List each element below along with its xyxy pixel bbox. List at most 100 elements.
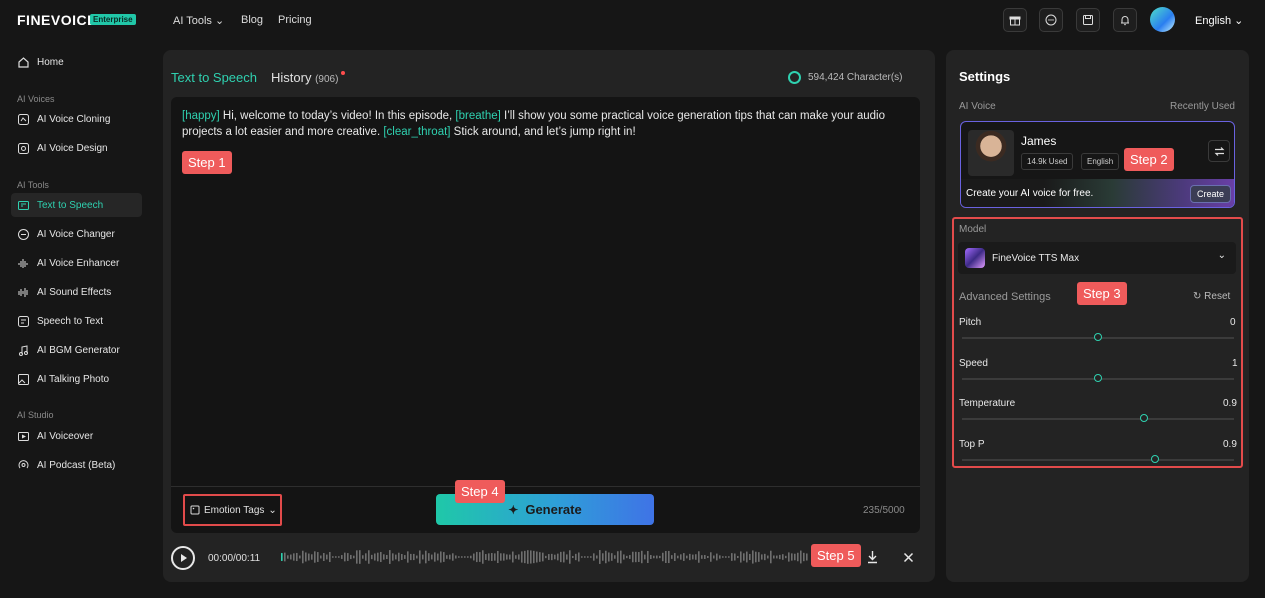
temperature-slider[interactable] xyxy=(962,418,1234,420)
waveform-bar xyxy=(407,551,409,563)
recently-used-link[interactable]: Recently Used xyxy=(1170,101,1235,112)
swap-icon[interactable] xyxy=(1208,140,1230,162)
waveform-bar xyxy=(743,553,745,561)
sidebar-item-text-to-speech[interactable]: Text to Speech xyxy=(11,193,142,217)
waveform-bar xyxy=(377,552,379,562)
waveform-bar xyxy=(281,553,283,561)
chat-icon[interactable] xyxy=(1039,8,1063,32)
voiceover-icon xyxy=(18,431,29,441)
waveform-bar xyxy=(482,550,484,564)
waveform-bar xyxy=(617,551,619,563)
voice-card[interactable]: James 14.9k Used English Create your AI … xyxy=(960,121,1235,208)
waveform-bar xyxy=(374,553,376,561)
sidebar-item-voice-changer[interactable]: AI Voice Changer xyxy=(11,222,142,246)
waveform-bar xyxy=(635,551,637,563)
voice-avatar xyxy=(968,130,1014,176)
sidebar-item-podcast[interactable]: AI Podcast (Beta) xyxy=(11,453,142,477)
top-bar: FINEVOICE Enterprise AI Tools ⌄ Blog Pri… xyxy=(0,0,1265,40)
sidebar-item-speech-to-text[interactable]: Speech to Text xyxy=(11,309,142,333)
speed-value: 1 xyxy=(1232,358,1238,369)
emotion-tag[interactable]: [breathe] xyxy=(455,110,500,122)
sidebar-item-bgm-generator[interactable]: AI BGM Generator xyxy=(11,338,142,362)
waveform-bar xyxy=(491,553,493,561)
waveform-bar xyxy=(539,552,541,562)
waveform-bar xyxy=(434,552,436,562)
waveform-bar xyxy=(350,554,352,560)
settings-title: Settings xyxy=(959,69,1011,84)
used-badge: 14.9k Used xyxy=(1021,153,1074,170)
logo[interactable]: FINEVOICE xyxy=(17,12,97,28)
waveform-bar xyxy=(401,554,403,560)
waveform-bar xyxy=(758,552,760,562)
waveform-bar xyxy=(389,550,391,564)
waveform-bar xyxy=(467,556,469,558)
emotion-tag[interactable]: [happy] xyxy=(182,110,220,122)
waveform-bar xyxy=(701,555,703,559)
waveform-bar xyxy=(404,555,406,559)
tag-icon xyxy=(190,505,200,515)
waveform-bar xyxy=(320,555,322,559)
audio-waveform[interactable] xyxy=(279,546,812,568)
sidebar-item-voice-cloning[interactable]: AI Voice Cloning xyxy=(11,107,142,131)
waveform-bar xyxy=(692,554,694,560)
waveform-bar xyxy=(548,554,550,560)
bell-icon[interactable] xyxy=(1113,8,1137,32)
waveform-bar xyxy=(545,555,547,559)
sidebar-item-sound-effects[interactable]: AI Sound Effects xyxy=(11,280,142,304)
section-ai-voices: AI Voices xyxy=(17,94,55,104)
waveform-bar xyxy=(509,554,511,560)
sidebar-item-talking-photo[interactable]: AI Talking Photo xyxy=(11,367,142,391)
nav-blog[interactable]: Blog xyxy=(241,14,263,26)
emotion-tags-button[interactable]: Emotion Tags ⌄ xyxy=(183,494,282,526)
top-p-slider[interactable] xyxy=(962,459,1234,461)
play-button[interactable] xyxy=(171,546,195,570)
advanced-settings-label: Advanced Settings xyxy=(959,291,1051,303)
tab-text-to-speech[interactable]: Text to Speech xyxy=(171,70,257,85)
reset-button[interactable]: ↻ Reset xyxy=(1193,291,1230,302)
waveform-bar xyxy=(644,554,646,560)
user-avatar[interactable] xyxy=(1150,7,1175,32)
text-editor[interactable]: [happy] Hi, welcome to today’s video! In… xyxy=(171,97,920,533)
waveform-bar xyxy=(473,553,475,561)
section-ai-tools: AI Tools xyxy=(17,180,49,190)
waveform-bar xyxy=(455,555,457,559)
waveform-bar xyxy=(353,555,355,559)
emotion-tag[interactable]: [clear_throat] xyxy=(383,126,450,138)
waveform-bar xyxy=(566,554,568,560)
editor-text[interactable]: [happy] Hi, welcome to today’s video! In… xyxy=(182,108,907,140)
waveform-bar xyxy=(515,555,517,559)
sidebar-item-voice-design[interactable]: AI Voice Design xyxy=(11,136,142,160)
waveform-bar xyxy=(713,555,715,559)
sidebar-item-home[interactable]: Home xyxy=(11,50,142,74)
nav-pricing[interactable]: Pricing xyxy=(278,14,312,26)
temperature-value: 0.9 xyxy=(1223,398,1237,409)
language-selector[interactable]: English ⌄ xyxy=(1195,14,1243,27)
waveform-bar xyxy=(296,552,298,562)
waveform-bar xyxy=(422,554,424,560)
sidebar-item-voice-enhancer[interactable]: AI Voice Enhancer xyxy=(11,251,142,275)
waveform-bar xyxy=(287,555,289,559)
tab-history[interactable]: History (906) xyxy=(271,70,338,85)
speed-slider-knob[interactable] xyxy=(1094,374,1102,382)
waveform-bar xyxy=(686,555,688,559)
close-icon[interactable] xyxy=(903,552,914,566)
waveform-bar xyxy=(716,553,718,561)
waveform-bar xyxy=(527,550,529,564)
save-icon[interactable] xyxy=(1076,8,1100,32)
waveform-bar xyxy=(761,554,763,560)
waveform-bar xyxy=(659,555,661,559)
waveform-bar xyxy=(536,551,538,563)
pitch-slider-knob[interactable] xyxy=(1094,333,1102,341)
waveform-bar xyxy=(575,553,577,561)
waveform-bar xyxy=(788,552,790,562)
nav-ai-tools[interactable]: AI Tools ⌄ xyxy=(173,14,224,27)
create-button[interactable]: Create xyxy=(1190,185,1231,203)
sidebar-item-voiceover[interactable]: AI Voiceover xyxy=(11,424,142,448)
model-select[interactable]: FineVoice TTS Max ⌄ xyxy=(958,242,1236,274)
waveform-bar xyxy=(380,551,382,563)
download-icon[interactable] xyxy=(866,550,879,567)
waveform-bar xyxy=(530,550,532,564)
gift-icon[interactable] xyxy=(1003,8,1027,32)
waveform-bar xyxy=(446,555,448,559)
waveform-bar xyxy=(308,553,310,561)
